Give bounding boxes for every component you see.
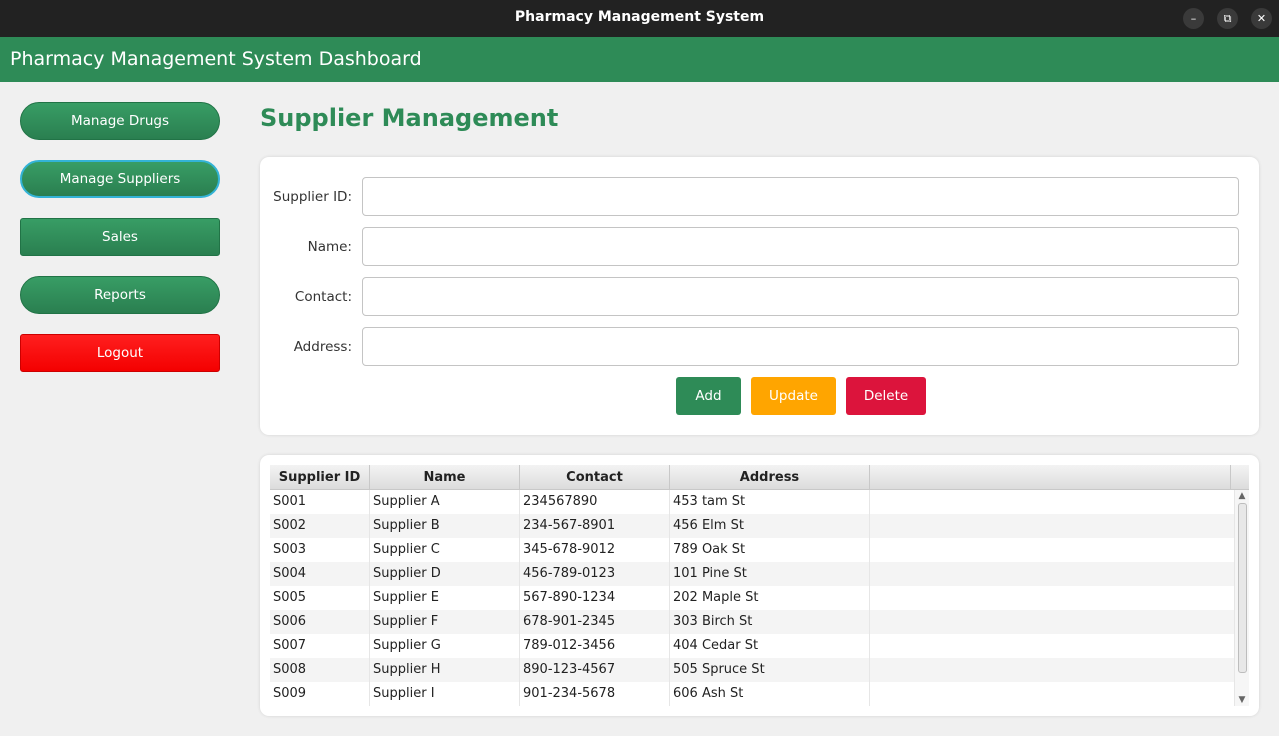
cell-contact: 789-012-3456 (520, 634, 670, 658)
supplier-form: Supplier ID: Name: Contact: Address: Add… (260, 157, 1259, 435)
contact-label: Contact: (294, 289, 352, 305)
minimize-icon[interactable]: – (1183, 8, 1204, 29)
cell-contact: 345-678-9012 (520, 538, 670, 562)
cell-address: 453 tam St (670, 490, 870, 514)
cell-contact: 456-789-0123 (520, 562, 670, 586)
cell-address: 303 Birch St (670, 610, 870, 634)
cell-name: Supplier G (370, 634, 520, 658)
cell-address: 101 Pine St (670, 562, 870, 586)
cell-empty (870, 562, 1235, 586)
cell-empty (870, 610, 1235, 634)
cell-contact: 890-123-4567 (520, 658, 670, 682)
cell-empty (870, 634, 1235, 658)
window-titlebar: Pharmacy Management System – ⧉ ✕ (0, 0, 1279, 37)
table-row[interactable]: S003 Supplier C 345-678-9012 789 Oak St (270, 538, 1235, 562)
cell-address: 606 Ash St (670, 682, 870, 706)
cell-supplier-id: S004 (270, 562, 370, 586)
page-title: Supplier Management (260, 104, 559, 132)
cell-empty (870, 658, 1235, 682)
table-row[interactable]: S005 Supplier E 567-890-1234 202 Maple S… (270, 586, 1235, 610)
cell-supplier-id: S003 (270, 538, 370, 562)
name-label: Name: (307, 239, 352, 255)
cell-address: 789 Oak St (670, 538, 870, 562)
cell-empty (870, 538, 1235, 562)
cell-supplier-id: S006 (270, 610, 370, 634)
cell-address: 202 Maple St (670, 586, 870, 610)
cell-supplier-id: S005 (270, 586, 370, 610)
cell-supplier-id: S008 (270, 658, 370, 682)
window-title: Pharmacy Management System (514, 9, 765, 25)
column-header-filler (870, 465, 1231, 490)
column-header-supplier-id[interactable]: Supplier ID (270, 465, 370, 490)
cell-empty (870, 514, 1235, 538)
maximize-icon[interactable]: ⧉ (1217, 8, 1238, 29)
cell-supplier-id: S002 (270, 514, 370, 538)
cell-supplier-id: S001 (270, 490, 370, 514)
table-row[interactable]: S001 Supplier A 234567890 453 tam St (270, 490, 1235, 514)
cell-name: Supplier I (370, 682, 520, 706)
cell-contact: 678-901-2345 (520, 610, 670, 634)
cell-empty (870, 490, 1235, 514)
close-icon[interactable]: ✕ (1251, 8, 1272, 29)
table-row[interactable]: S007 Supplier G 789-012-3456 404 Cedar S… (270, 634, 1235, 658)
table-row[interactable]: S009 Supplier I 901-234-5678 606 Ash St (270, 682, 1235, 706)
cell-address: 505 Spruce St (670, 658, 870, 682)
add-button[interactable]: Add (676, 377, 741, 415)
cell-name: Supplier H (370, 658, 520, 682)
name-input[interactable] (362, 227, 1239, 266)
scroll-up-icon[interactable]: ▲ (1235, 490, 1249, 502)
scroll-thumb[interactable] (1238, 503, 1247, 673)
cell-contact: 234-567-8901 (520, 514, 670, 538)
table-row[interactable]: S004 Supplier D 456-789-0123 101 Pine St (270, 562, 1235, 586)
cell-name: Supplier D (370, 562, 520, 586)
cell-empty (870, 586, 1235, 610)
contact-input[interactable] (362, 277, 1239, 316)
cell-address: 404 Cedar St (670, 634, 870, 658)
cell-supplier-id: S009 (270, 682, 370, 706)
sales-button[interactable]: Sales (20, 218, 220, 256)
table-row[interactable]: S008 Supplier H 890-123-4567 505 Spruce … (270, 658, 1235, 682)
cell-contact: 567-890-1234 (520, 586, 670, 610)
manage-suppliers-button[interactable]: Manage Suppliers (20, 160, 220, 198)
scroll-down-icon[interactable]: ▼ (1235, 694, 1249, 706)
reports-button[interactable]: Reports (20, 276, 220, 314)
cell-name: Supplier A (370, 490, 520, 514)
cell-name: Supplier B (370, 514, 520, 538)
table-row[interactable]: S006 Supplier F 678-901-2345 303 Birch S… (270, 610, 1235, 634)
cell-name: Supplier E (370, 586, 520, 610)
cell-contact: 234567890 (520, 490, 670, 514)
cell-contact: 901-234-5678 (520, 682, 670, 706)
update-button[interactable]: Update (751, 377, 836, 415)
app-header: Pharmacy Management System Dashboard (0, 37, 1279, 82)
address-input[interactable] (362, 327, 1239, 366)
table-scrollbar[interactable]: ▲ ▼ (1235, 490, 1249, 706)
column-header-address[interactable]: Address (670, 465, 870, 490)
column-header-name[interactable]: Name (370, 465, 520, 490)
cell-empty (870, 682, 1235, 706)
column-header-contact[interactable]: Contact (520, 465, 670, 490)
supplier-table-card: Supplier ID Name Contact Address S001 Su… (260, 455, 1259, 716)
supplier-id-input[interactable] (362, 177, 1239, 216)
cell-address: 456 Elm St (670, 514, 870, 538)
delete-button[interactable]: Delete (846, 377, 926, 415)
supplier-table[interactable]: Supplier ID Name Contact Address S001 Su… (270, 465, 1249, 706)
address-label: Address: (293, 339, 352, 355)
cell-name: Supplier F (370, 610, 520, 634)
dashboard-title: Pharmacy Management System Dashboard (10, 48, 422, 70)
manage-drugs-button[interactable]: Manage Drugs (20, 102, 220, 140)
supplier-id-label: Supplier ID: (273, 189, 352, 205)
cell-supplier-id: S007 (270, 634, 370, 658)
cell-name: Supplier C (370, 538, 520, 562)
logout-button[interactable]: Logout (20, 334, 220, 372)
table-row[interactable]: S002 Supplier B 234-567-8901 456 Elm St (270, 514, 1235, 538)
table-header: Supplier ID Name Contact Address (270, 465, 1249, 490)
